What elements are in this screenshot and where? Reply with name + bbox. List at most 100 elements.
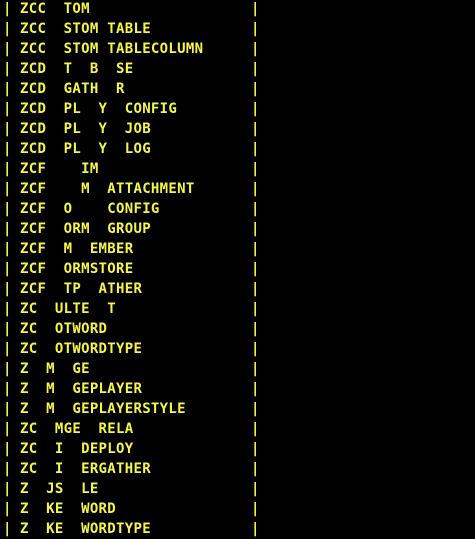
row-separator-right: | <box>251 201 260 217</box>
row-separator-right: | <box>251 321 260 337</box>
table-name: ZCD PL Y CONFIG <box>20 101 178 117</box>
row-separator-right: | <box>251 241 260 257</box>
row-separator-right: | <box>251 421 260 437</box>
table-row: | ZCD PL Y CONFIG | <box>0 99 475 119</box>
table-name: Z KE WORD <box>20 501 117 517</box>
row-separator-right: | <box>251 61 260 77</box>
table-name: ZC MGE RELA <box>20 421 134 437</box>
row-separator-right: | <box>251 341 260 357</box>
row-separator-right: | <box>251 381 260 397</box>
row-separator-left: | <box>3 141 12 157</box>
table-name: Z M GEPLAYER <box>20 381 143 397</box>
row-separator-right: | <box>251 161 260 177</box>
row-separator-left: | <box>3 521 12 537</box>
table-name: ZCF ORMSTORE <box>20 261 134 277</box>
row-separator-left: | <box>3 361 12 377</box>
row-separator-left: | <box>3 401 12 417</box>
table-name: ZCF O CONFIG <box>20 201 160 217</box>
row-separator-right: | <box>251 281 260 297</box>
row-separator-right: | <box>251 141 260 157</box>
table-row: | Z KE WORD | <box>0 499 475 519</box>
table-row: | ZCF ORMSTORE | <box>0 259 475 279</box>
table-name: ZCF M ATTACHMENT <box>20 181 195 197</box>
table-name: Z M GE <box>20 361 90 377</box>
row-separator-right: | <box>251 41 260 57</box>
table-name: ZCC TOM <box>20 1 90 17</box>
row-separator-left: | <box>3 321 12 337</box>
table-row: | ZCD PL Y JOB | <box>0 119 475 139</box>
table-name: ZC I ERGATHER <box>20 461 151 477</box>
table-name: ZCD PL Y JOB <box>20 121 151 137</box>
table-name: Z JS LE <box>20 481 99 497</box>
row-separator-right: | <box>251 401 260 417</box>
table-row: | Z JS LE | <box>0 479 475 499</box>
row-separator-right: | <box>251 521 260 537</box>
row-separator-left: | <box>3 281 12 297</box>
table-row: | ZC I ERGATHER | <box>0 459 475 479</box>
table-name: ZC OTWORD <box>20 321 108 337</box>
row-separator-left: | <box>3 221 12 237</box>
terminal-screen: | ZCC TOM | | ZCC STOM TABLE | | ZCC STOM TABLE… <box>0 0 475 539</box>
row-separator-left: | <box>3 81 12 97</box>
table-row: | ZCF IM | <box>0 159 475 179</box>
table-row: | ZCF ORM GROUP | <box>0 219 475 239</box>
table-name: ZC I DEPLOY <box>20 441 134 457</box>
table-name: ZC OTWORDTYPE <box>20 341 143 357</box>
table-row: | ZCD T B SE | <box>0 59 475 79</box>
table-name: ZCF TP ATHER <box>20 281 143 297</box>
row-separator-right: | <box>251 21 260 37</box>
table-name: Z KE WORDTYPE <box>20 521 151 537</box>
row-separator-left: | <box>3 21 12 37</box>
table-row: | ZCC TOM | <box>0 0 475 19</box>
row-separator-right: | <box>251 461 260 477</box>
table-row: | ZCC STOM TABLECOLUMN | <box>0 39 475 59</box>
row-separator-right: | <box>251 221 260 237</box>
row-separator-right: | <box>251 121 260 137</box>
table-name: Z M GEPLAYERSTYLE <box>20 401 186 417</box>
row-separator-left: | <box>3 261 12 277</box>
table-name: ZCC STOM TABLECOLUMN <box>20 41 204 57</box>
table-row: | Z M GEPLAYERSTYLE | <box>0 399 475 419</box>
row-separator-right: | <box>251 481 260 497</box>
table-row: | ZCF M EMBER | <box>0 239 475 259</box>
table-row: | Z M GE | <box>0 359 475 379</box>
row-separator-left: | <box>3 421 12 437</box>
table-name: ZCC STOM TABLE <box>20 21 151 37</box>
row-separator-left: | <box>3 441 12 457</box>
row-separator-right: | <box>251 301 260 317</box>
table-name: ZCD GATH R <box>20 81 125 97</box>
row-separator-right: | <box>251 81 260 97</box>
row-separator-left: | <box>3 341 12 357</box>
table-row: | Z KE WORDTYPE | <box>0 519 475 539</box>
row-separator-left: | <box>3 381 12 397</box>
row-separator-left: | <box>3 121 12 137</box>
table-row: | ZC OTWORD | <box>0 319 475 339</box>
table-row: | ZCD GATH R | <box>0 79 475 99</box>
row-separator-left: | <box>3 161 12 177</box>
row-separator-left: | <box>3 1 12 17</box>
row-separator-right: | <box>251 261 260 277</box>
row-separator-right: | <box>251 1 260 17</box>
row-separator-left: | <box>3 501 12 517</box>
table-row: | ZC ULTE T | <box>0 299 475 319</box>
table-name: ZCF M EMBER <box>20 241 134 257</box>
row-separator-right: | <box>251 501 260 517</box>
table-name: ZC ULTE T <box>20 301 117 317</box>
row-separator-right: | <box>251 361 260 377</box>
table-row: | Z M GEPLAYER | <box>0 379 475 399</box>
table-name: ZCD T B SE <box>20 61 134 77</box>
table-row: | ZCF M ATTACHMENT | <box>0 179 475 199</box>
table-name: ZCF ORM GROUP <box>20 221 151 237</box>
row-separator-left: | <box>3 481 12 497</box>
row-separator-left: | <box>3 461 12 477</box>
table-name: ZCF IM <box>20 161 99 177</box>
row-separator-left: | <box>3 61 12 77</box>
table-row: | ZCF O CONFIG | <box>0 199 475 219</box>
row-separator-left: | <box>3 201 12 217</box>
row-separator-left: | <box>3 181 12 197</box>
table-row: | ZCC STOM TABLE | <box>0 19 475 39</box>
row-separator-right: | <box>251 101 260 117</box>
row-separator-left: | <box>3 241 12 257</box>
row-separator-right: | <box>251 441 260 457</box>
row-separator-left: | <box>3 301 12 317</box>
